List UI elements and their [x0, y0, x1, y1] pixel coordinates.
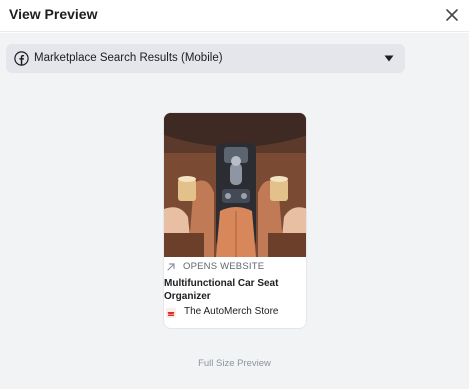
store-name: The AutoMerch Store — [184, 306, 279, 317]
placement-label: Marketplace Search Results (Mobile) — [34, 52, 223, 64]
arrow-up-right-icon — [167, 263, 175, 271]
product-image — [164, 113, 306, 257]
cta-label: OPENS WEBSITE — [183, 261, 265, 272]
view-preview-modal: View Preview Marketplace Search Results … — [0, 0, 469, 389]
placement-dropdown[interactable]: Marketplace Search Results (Mobile) — [6, 44, 405, 73]
store-row: The AutoMerch Store — [164, 306, 306, 320]
preview-panel: Marketplace Search Results (Mobile) OPEN… — [0, 33, 469, 389]
full-size-preview-link[interactable]: Full Size Preview — [198, 358, 271, 369]
close-icon — [446, 9, 458, 21]
close-button[interactable] — [441, 4, 463, 26]
store-logo-icon — [166, 308, 176, 318]
modal-header: View Preview — [0, 0, 469, 32]
modal-title: View Preview — [9, 6, 98, 22]
cta-row: OPENS WEBSITE — [164, 259, 306, 275]
full-size-preview-row: Full Size Preview — [0, 358, 469, 369]
caret-down-icon — [384, 55, 394, 62]
product-title: Multifunctional Car Seat Organizer — [164, 278, 279, 302]
facebook-icon — [14, 51, 29, 66]
ad-preview-card[interactable]: OPENS WEBSITE Multifunctional Car Seat O… — [163, 112, 307, 329]
